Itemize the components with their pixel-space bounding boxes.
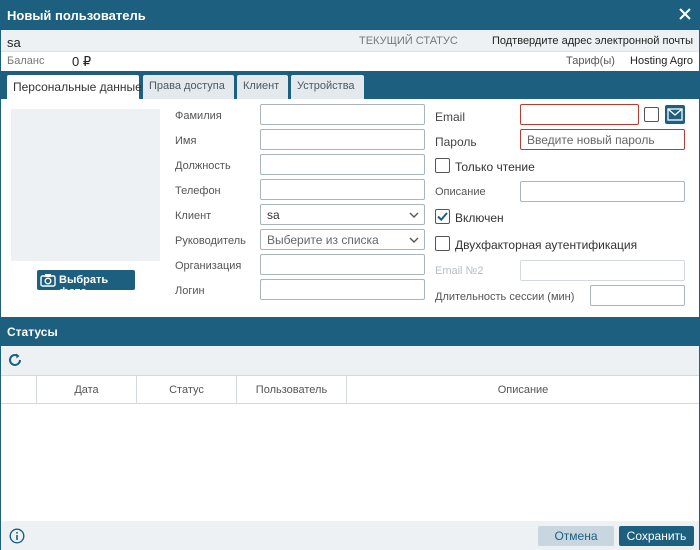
statuses-toolbar xyxy=(1,346,699,375)
firstname-input[interactable] xyxy=(260,129,425,150)
tariff-value: Hosting Agro xyxy=(630,55,693,67)
lastname-input[interactable] xyxy=(260,104,425,125)
column-header-select xyxy=(1,376,37,404)
column-header-status[interactable]: Статус xyxy=(137,376,237,404)
client-select[interactable]: sa xyxy=(260,204,425,225)
session-duration-label: Длительность сессии (мин) xyxy=(435,291,575,303)
column-header-description[interactable]: Описание xyxy=(347,376,699,404)
photo-placeholder xyxy=(11,109,160,261)
phone-label: Телефон xyxy=(175,185,221,197)
client-select-value: sa xyxy=(267,208,280,222)
balance-bar: Баланс 0 ₽ Тариф(ы) Hosting Agro xyxy=(1,52,699,71)
readonly-label: Только чтение xyxy=(455,160,535,174)
info-icon[interactable] xyxy=(9,528,25,544)
save-button[interactable]: Сохранить xyxy=(619,526,694,546)
tab-client[interactable]: Клиент xyxy=(237,75,288,99)
password-placeholder: Введите новый пароль xyxy=(527,133,655,147)
checkmark-icon xyxy=(437,212,448,222)
chevron-down-icon xyxy=(409,237,419,243)
tab-devices[interactable]: Устройства xyxy=(291,75,364,99)
position-label: Должность xyxy=(175,160,231,172)
password-input[interactable]: Введите новый пароль xyxy=(520,129,685,150)
twofactor-label: Двухфакторная аутентификация xyxy=(455,238,638,252)
description-label: Описание xyxy=(435,186,486,198)
balance-value: 0 ₽ xyxy=(72,54,92,69)
statuses-header: Статусы xyxy=(1,317,699,346)
email2-label: Email №2 xyxy=(435,265,484,277)
dialog-title: Новый пользователь xyxy=(7,8,146,23)
column-header-user[interactable]: Пользователь xyxy=(237,376,347,404)
email-confirm-checkbox[interactable] xyxy=(644,107,659,122)
lastname-label: Фамилия xyxy=(175,110,222,122)
refresh-icon[interactable] xyxy=(7,352,23,368)
new-user-dialog: Новый пользователь sa ТЕКУЩИЙ СТАТУС Под… xyxy=(0,0,700,550)
password-label: Пароль xyxy=(435,135,477,149)
twofactor-checkbox[interactable] xyxy=(435,236,450,251)
manager-label: Руководитель xyxy=(175,235,246,247)
current-status-value: Подтвердите адрес электронной почты xyxy=(491,35,693,47)
envelope-icon xyxy=(667,108,683,121)
choose-photo-label: Выбрать фото xyxy=(59,274,109,298)
tab-bar: Персональные данные Права доступа Клиент… xyxy=(1,71,699,99)
column-header-date[interactable]: Дата xyxy=(37,376,137,404)
statuses-title: Статусы xyxy=(7,325,58,339)
user-status-bar: sa ТЕКУЩИЙ СТАТУС Подтвердите адрес элек… xyxy=(1,30,699,52)
username-label: sa xyxy=(7,35,21,50)
description-input[interactable] xyxy=(520,181,685,202)
choose-photo-button[interactable]: Выбрать фото xyxy=(37,270,135,298)
client-label: Клиент xyxy=(175,210,212,222)
manager-select[interactable]: Выберите из списка xyxy=(260,229,425,250)
dialog-titlebar: Новый пользователь xyxy=(1,1,699,30)
position-input[interactable] xyxy=(260,154,425,175)
email-label: Email xyxy=(435,110,466,124)
close-icon[interactable] xyxy=(677,6,693,22)
email-input[interactable] xyxy=(520,104,639,125)
email2-input[interactable] xyxy=(520,260,685,281)
camera-icon xyxy=(40,274,56,287)
dialog-footer: Отмена Сохранить xyxy=(1,521,699,550)
chevron-down-icon xyxy=(409,212,419,218)
enabled-label: Включен xyxy=(455,211,504,225)
manager-select-placeholder: Выберите из списка xyxy=(267,233,379,247)
statuses-table-header: Дата Статус Пользователь Описание xyxy=(1,375,699,404)
tariff-label: Тариф(ы) xyxy=(566,55,615,67)
session-duration-input[interactable] xyxy=(590,285,685,306)
login-input[interactable] xyxy=(260,279,425,300)
tab-personal-data[interactable]: Персональные данные xyxy=(7,75,142,99)
login-label: Логин xyxy=(175,285,205,297)
current-status-label: ТЕКУЩИЙ СТАТУС xyxy=(359,35,458,47)
firstname-label: Имя xyxy=(175,135,197,147)
phone-input[interactable] xyxy=(260,179,425,200)
enabled-checkbox[interactable] xyxy=(435,209,450,224)
organization-label: Организация xyxy=(175,260,242,272)
cancel-button[interactable]: Отмена xyxy=(538,526,614,546)
statuses-table-body xyxy=(1,404,699,521)
tab-access-rights[interactable]: Права доступа xyxy=(143,75,234,99)
send-email-button[interactable] xyxy=(665,105,685,124)
readonly-checkbox[interactable] xyxy=(435,158,450,173)
balance-label: Баланс xyxy=(7,55,45,67)
organization-input[interactable] xyxy=(260,254,425,275)
